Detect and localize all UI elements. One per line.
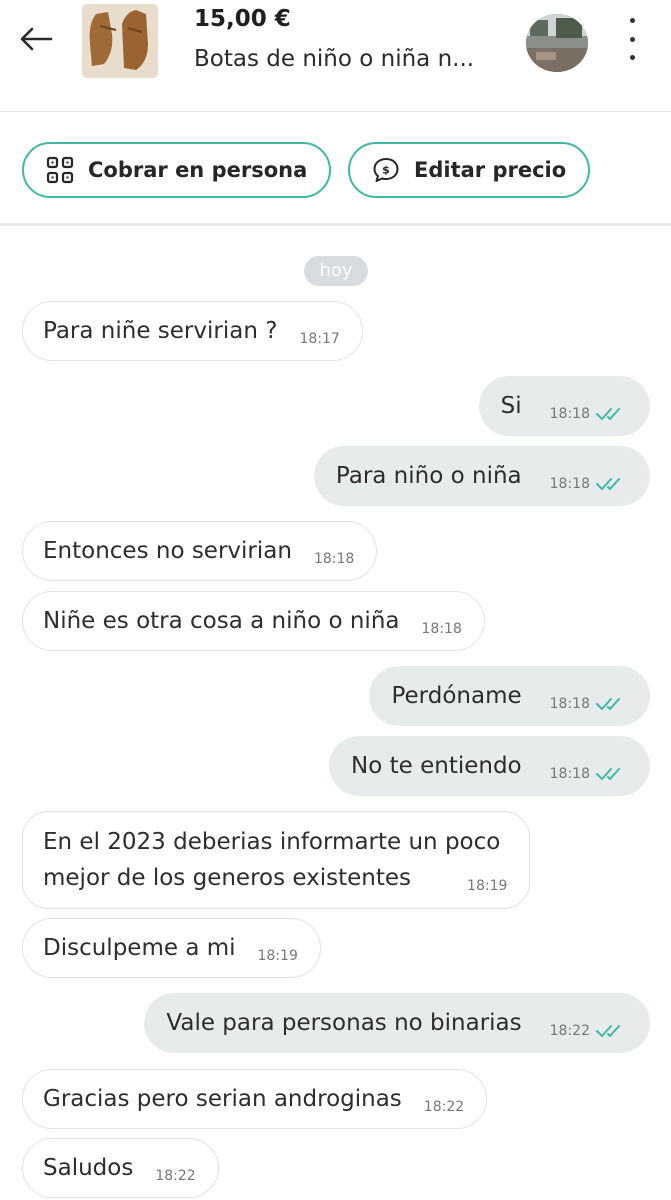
message-time: 18:22 <box>549 1023 590 1039</box>
message-text: Niñe es otra cosa a niño o niña <box>43 608 400 634</box>
message-text: Entonces no servirian <box>43 538 292 564</box>
double-check-icon <box>596 401 628 427</box>
price-chat-icon: $ <box>372 156 400 184</box>
incoming-message[interactable]: En el 2023 deberias informarte un poco m… <box>22 811 531 909</box>
product-thumbnail[interactable] <box>82 4 158 78</box>
incoming-message[interactable]: Saludos 18:22 <box>22 1138 219 1198</box>
message-text-line1: En el 2023 deberias informarte un poco <box>43 829 501 855</box>
incoming-message[interactable]: Entonces no servirian 18:18 <box>22 521 378 581</box>
outgoing-message[interactable]: Vale para personas no binarias 18:22 <box>144 993 650 1053</box>
message-text: Para niñe servirian ? <box>43 318 278 344</box>
chat-header: 15,00 € Botas de niño o niña n... <box>0 0 671 112</box>
message-time: 18:18 <box>549 766 590 782</box>
message-time: 18:18 <box>549 406 590 422</box>
product-price: 15,00 € <box>194 6 291 32</box>
svg-text:$: $ <box>382 164 390 177</box>
edit-price-label: Editar precio <box>414 158 567 182</box>
message-text: Perdóname <box>391 683 522 709</box>
message-text-line2: mejor de los generos existentes <box>43 865 412 891</box>
message-text: Para niño o niña <box>335 463 522 489</box>
collect-in-person-button[interactable]: Cobrar en persona <box>22 142 332 198</box>
day-separator: hoy <box>304 256 368 286</box>
message-text: Si <box>500 393 522 419</box>
message-time: 18:22 <box>423 1099 465 1115</box>
outgoing-message[interactable]: Si 18:18 <box>478 376 650 436</box>
collect-in-person-label: Cobrar en persona <box>88 158 308 182</box>
dot-icon <box>629 18 635 23</box>
avatar[interactable] <box>526 14 588 72</box>
message-time: 18:18 <box>549 696 590 712</box>
message-text: Saludos <box>43 1155 134 1181</box>
edit-price-button[interactable]: $ Editar precio <box>348 142 591 198</box>
qr-code-icon <box>46 156 74 184</box>
incoming-message[interactable]: Para niñe servirian ? 18:17 <box>22 301 363 361</box>
dot-icon <box>629 36 635 42</box>
double-check-icon <box>596 1018 628 1044</box>
message-text: No te entiendo <box>351 753 522 779</box>
outgoing-message[interactable]: Para niño o niña 18:18 <box>313 446 650 506</box>
dot-icon <box>629 55 635 60</box>
message-time: 18:19 <box>467 878 508 894</box>
product-title[interactable]: Botas de niño o niña n... <box>194 46 474 72</box>
message-time: 18:17 <box>299 331 340 347</box>
double-check-icon <box>596 761 628 787</box>
incoming-message[interactable]: Niñe es otra cosa a niño o niña 18:18 <box>22 591 485 651</box>
outgoing-message[interactable]: No te entiendo 18:18 <box>329 736 650 796</box>
incoming-message[interactable]: Gracias pero serian androginas 18:22 <box>22 1069 488 1129</box>
message-time: 18:18 <box>313 551 355 567</box>
message-text: Gracias pero serian androginas <box>43 1086 402 1112</box>
action-bar: Cobrar en persona $ Editar precio <box>0 112 671 226</box>
message-time: 18:22 <box>155 1168 196 1184</box>
double-check-icon <box>596 691 628 717</box>
message-list[interactable]: hoy Para niñe servirian ? 18:17 Si 18:18… <box>0 226 671 1200</box>
message-time: 18:19 <box>257 948 298 964</box>
message-time: 18:18 <box>421 621 462 637</box>
message-text: Disculpeme a mi <box>43 935 236 961</box>
more-options-button[interactable] <box>618 14 646 64</box>
incoming-message[interactable]: Disculpeme a mi 18:19 <box>22 918 321 978</box>
double-check-icon <box>596 471 628 497</box>
outgoing-message[interactable]: Perdóname 18:18 <box>369 666 650 726</box>
arrow-left-icon <box>20 27 53 51</box>
back-button[interactable] <box>16 22 56 56</box>
message-text: Vale para personas no binarias <box>166 1010 522 1036</box>
message-time: 18:18 <box>549 476 590 492</box>
